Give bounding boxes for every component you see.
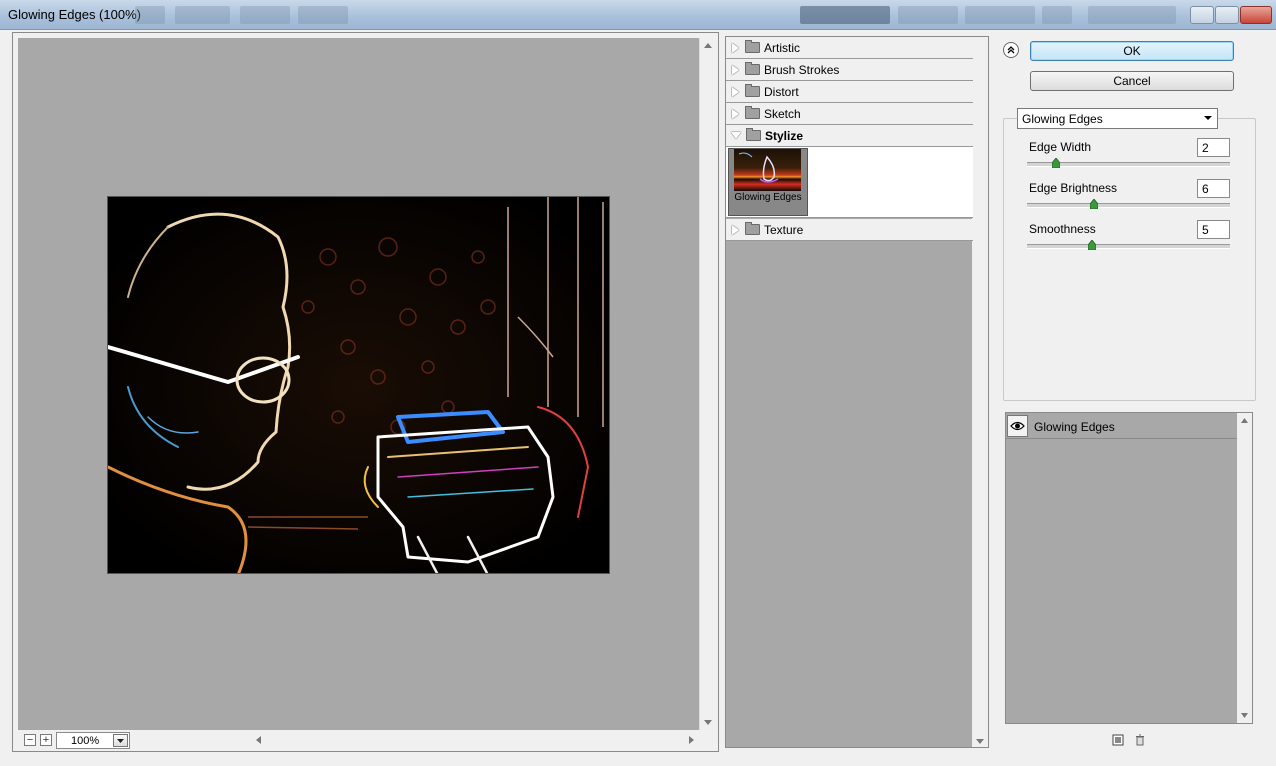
zoom-level-value: 100%	[71, 735, 100, 747]
edge-width-slider[interactable]	[1027, 158, 1230, 168]
close-button[interactable]	[1240, 6, 1272, 24]
open-folder-icon	[746, 128, 761, 141]
toolbar-ghost	[1042, 6, 1072, 24]
preview-horizontal-scrollbar[interactable]	[251, 732, 699, 748]
folder-icon	[745, 84, 760, 97]
folder-label: Artistic	[764, 40, 800, 55]
cancel-button[interactable]: Cancel	[1030, 71, 1234, 91]
filter-folder-sketch[interactable]: Sketch	[726, 103, 973, 125]
filter-thumbnail-image[interactable]	[734, 149, 801, 191]
slider-thumb-icon[interactable]	[1090, 199, 1099, 209]
expand-arrow-icon[interactable]	[732, 224, 739, 235]
filter-select-value: Glowing Edges	[1022, 112, 1103, 126]
folder-icon	[745, 62, 760, 75]
folder-label: Distort	[764, 84, 799, 99]
maximize-button[interactable]	[1215, 6, 1239, 24]
slider-thumb-icon[interactable]	[1087, 240, 1096, 250]
smoothness-input[interactable]: 5	[1197, 220, 1230, 239]
collapse-arrow-icon[interactable]	[731, 132, 741, 139]
toolbar-ghost	[1088, 6, 1176, 24]
preview-vertical-scrollbar[interactable]	[699, 38, 716, 730]
slider-thumb-icon[interactable]	[1052, 158, 1061, 168]
chevron-down-icon[interactable]	[1203, 112, 1213, 124]
filter-folder-distort[interactable]: Distort	[726, 81, 973, 103]
effect-layer-label: Glowing Edges	[1034, 420, 1115, 434]
toolbar-ghost	[800, 6, 890, 24]
ok-button[interactable]: OK	[1030, 41, 1234, 61]
window-title: Glowing Edges (100%)	[8, 7, 141, 22]
collapse-gallery-icon[interactable]	[1003, 42, 1019, 58]
zoom-out-button[interactable]: −	[24, 734, 36, 746]
minimize-button[interactable]	[1190, 6, 1214, 24]
edge-width-label: Edge Width	[1029, 140, 1092, 154]
toolbar-ghost	[298, 6, 348, 24]
expand-arrow-icon[interactable]	[732, 42, 739, 53]
filtered-preview-image[interactable]	[107, 196, 610, 574]
filter-folder-texture[interactable]: Texture	[726, 219, 973, 241]
trash-icon[interactable]	[1134, 734, 1146, 746]
edge-brightness-input[interactable]: 6	[1197, 179, 1230, 198]
new-effect-layer-icon[interactable]	[1112, 734, 1124, 746]
smoothness-label: Smoothness	[1029, 222, 1096, 236]
effect-layers-panel	[1005, 412, 1253, 724]
filter-select[interactable]: Glowing Edges	[1017, 108, 1218, 129]
layers-vertical-scrollbar[interactable]	[1237, 413, 1252, 723]
folder-icon	[745, 40, 760, 53]
toolbar-ghost	[240, 6, 290, 24]
filter-folder-brush-strokes[interactable]: Brush Strokes	[726, 59, 973, 81]
toolbar-ghost	[965, 6, 1035, 24]
toolbar-ghost	[898, 6, 958, 24]
toolbar-ghost	[175, 6, 230, 24]
folder-icon	[745, 222, 760, 235]
folder-label: Texture	[764, 222, 804, 237]
smoothness-slider[interactable]	[1027, 240, 1230, 250]
zoom-dropdown-button[interactable]	[113, 734, 128, 747]
zoom-in-button[interactable]: +	[40, 734, 52, 746]
folder-label: Stylize	[765, 128, 804, 143]
folder-label: Brush Strokes	[764, 62, 840, 77]
edge-width-input[interactable]: 2	[1197, 138, 1230, 157]
folder-icon	[745, 106, 760, 119]
edge-brightness-label: Edge Brightness	[1029, 181, 1118, 195]
filter-folder-stylize[interactable]: Stylize	[726, 125, 973, 147]
expand-arrow-icon[interactable]	[732, 86, 739, 97]
tree-vertical-scrollbar[interactable]	[972, 37, 988, 747]
eye-icon[interactable]	[1007, 415, 1028, 437]
edge-brightness-slider[interactable]	[1027, 199, 1230, 209]
toolbar-ghost	[135, 6, 165, 24]
folder-label: Sketch	[764, 106, 801, 121]
expand-arrow-icon[interactable]	[732, 64, 739, 75]
filter-thumbnail-label: Glowing Edges	[734, 192, 802, 203]
expand-arrow-icon[interactable]	[732, 108, 739, 119]
filter-settings-panel	[1003, 118, 1256, 401]
filter-folder-artistic[interactable]: Artistic	[726, 37, 973, 59]
